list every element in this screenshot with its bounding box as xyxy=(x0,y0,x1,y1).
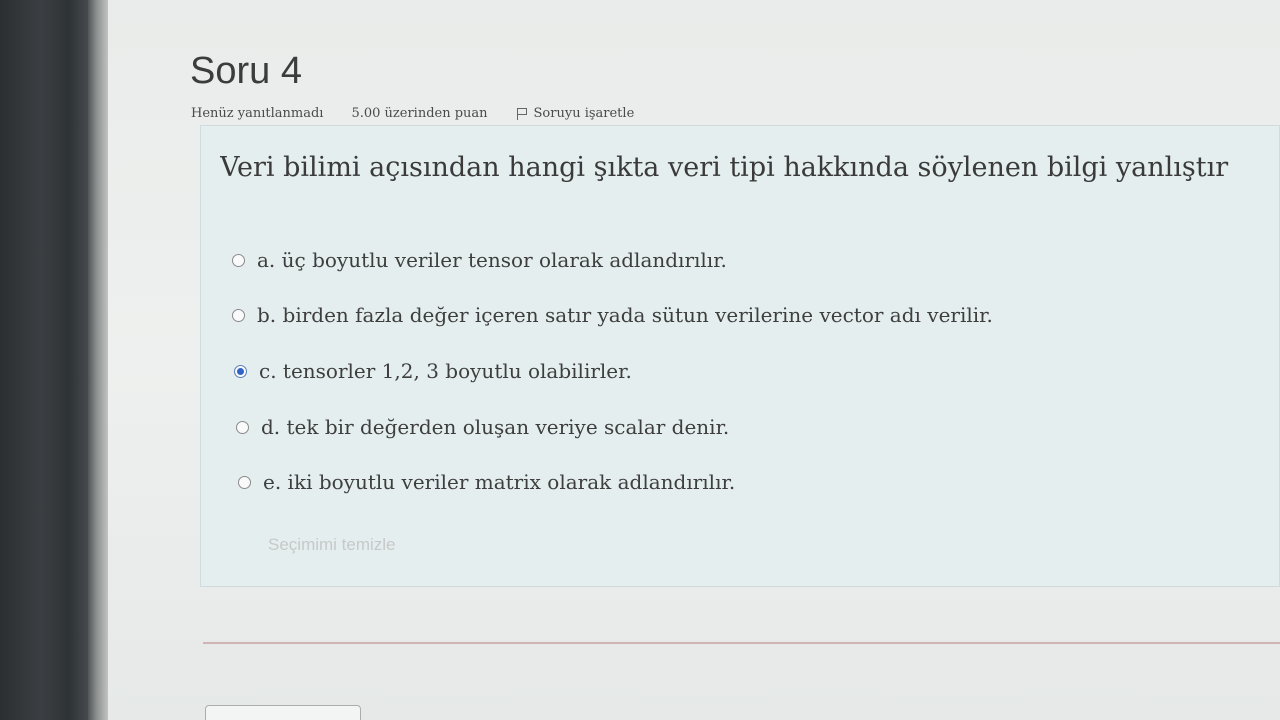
answer-label-d: d. tek bir değerden oluşan veriye scalar… xyxy=(261,415,730,439)
answer-label-e: e. iki boyutlu veriler matrix olarak adl… xyxy=(263,470,736,494)
section-divider xyxy=(203,642,1280,644)
radio-button-icon[interactable] xyxy=(236,420,249,434)
flag-icon xyxy=(516,107,528,120)
radio-button-icon[interactable] xyxy=(234,364,247,378)
answer-label-b: b. birden fazla değer içeren satır yada … xyxy=(257,303,993,327)
radio-button-icon[interactable] xyxy=(232,308,245,322)
answer-option-d[interactable]: d. tek bir değerden oluşan veriye scalar… xyxy=(236,415,729,439)
question-info: Henüz yanıtlanmadı 5.00 üzerinden puan S… xyxy=(191,103,634,123)
answer-option-e[interactable]: e. iki boyutlu veriler matrix olarak adl… xyxy=(238,470,735,494)
question-status: Henüz yanıtlanmadı xyxy=(191,105,324,121)
flag-question-label: Soruyu işaretle xyxy=(533,105,635,121)
radio-button-icon[interactable] xyxy=(232,253,245,267)
radio-button-icon[interactable] xyxy=(238,475,251,489)
flag-question-link[interactable]: Soruyu işaretle xyxy=(516,105,635,121)
answer-label-c: c. tensorler 1,2, 3 boyutlu olabilirler. xyxy=(259,359,632,383)
question-text: Veri bilimi açısından hangi şıkta veri t… xyxy=(220,152,1229,183)
answer-label-a: a. üç boyutlu veriler tensor olarak adla… xyxy=(257,248,727,272)
question-grade: 5.00 üzerinden puan xyxy=(351,105,488,121)
answer-option-b[interactable]: b. birden fazla değer içeren satır yada … xyxy=(232,303,993,327)
navigation-button[interactable] xyxy=(205,705,361,720)
answer-option-c[interactable]: c. tensorler 1,2, 3 boyutlu olabilirler. xyxy=(234,359,632,383)
question-formulation xyxy=(200,125,1280,587)
question-title: Soru 4 xyxy=(190,50,302,92)
clear-selection-link[interactable]: Seçimimi temizle xyxy=(268,535,396,555)
monitor-bezel-edge xyxy=(88,0,110,720)
monitor-bezel xyxy=(0,0,92,720)
answer-option-a[interactable]: a. üç boyutlu veriler tensor olarak adla… xyxy=(232,248,727,272)
